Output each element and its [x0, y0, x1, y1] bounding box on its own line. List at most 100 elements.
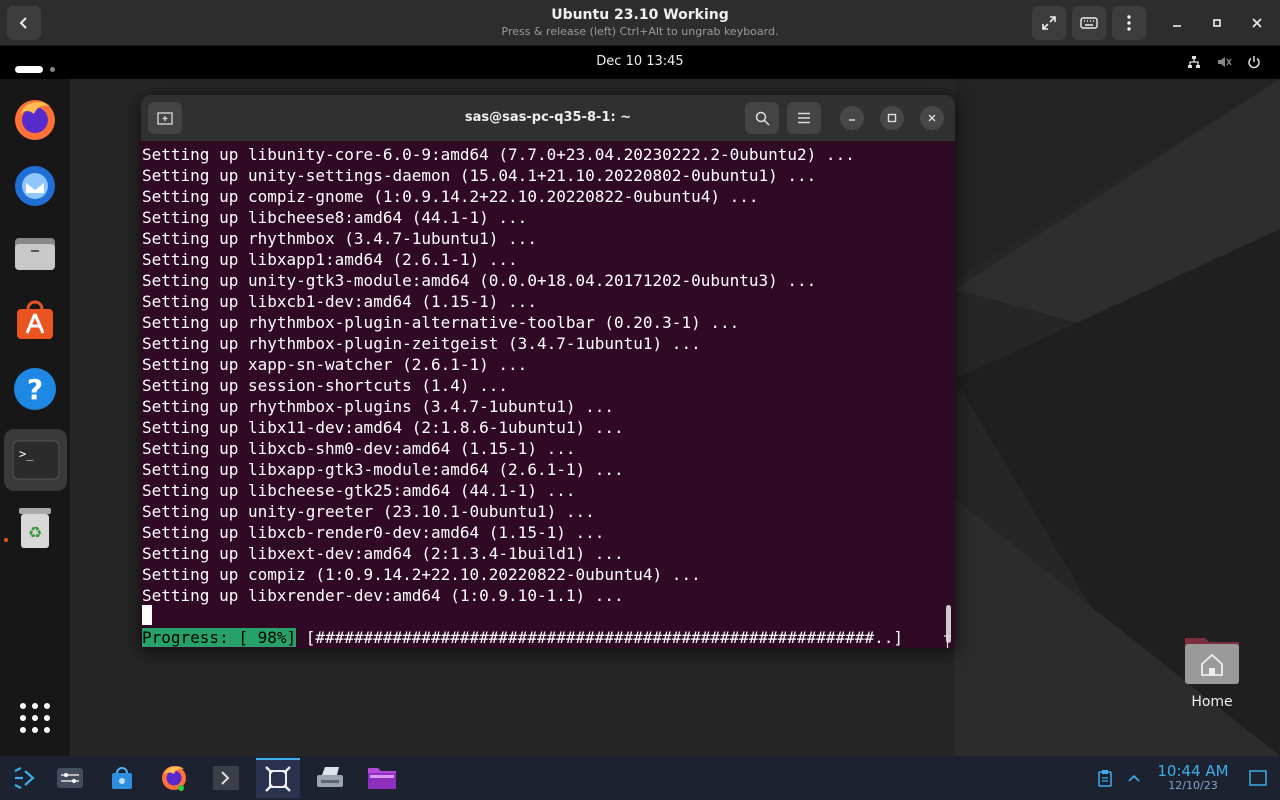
kebab-menu-icon	[1127, 15, 1131, 31]
dock-files[interactable]	[10, 228, 60, 278]
svg-text:♻: ♻	[28, 523, 42, 542]
terminal-line: Setting up rhythmbox-plugin-zeitgeist (3…	[142, 334, 701, 353]
chevron-left-icon	[19, 17, 27, 29]
maximize-button[interactable]	[1206, 12, 1228, 34]
svg-text:?: ?	[27, 373, 43, 406]
terminal-line: Setting up libunity-core-6.0-9:amd64 (7.…	[142, 145, 855, 164]
scanner-icon	[317, 767, 343, 787]
terminal-line: Setting up libxapp1:amd64 (2.6.1-1) ...	[142, 250, 518, 269]
terminal-line: Setting up unity-gtk3-module:amd64 (0.0.…	[142, 271, 817, 290]
hamburger-icon	[798, 112, 810, 124]
terminal-line: Setting up libcheese-gtk25:amd64 (44.1-1…	[142, 481, 576, 500]
tray-expand-button[interactable]	[1116, 758, 1152, 798]
dock-thunderbird[interactable]	[10, 161, 60, 211]
taskbar-printer[interactable]	[308, 758, 352, 798]
help-icon: ?	[14, 368, 56, 410]
progress-bar-text: [#######################################…	[296, 628, 903, 647]
show-apps-button[interactable]	[10, 693, 60, 743]
show-desktop-icon	[1249, 770, 1267, 786]
terminal-line: Setting up unity-settings-daemon (15.04.…	[142, 166, 817, 185]
menu-button[interactable]	[1112, 6, 1146, 40]
minimize-button[interactable]	[1166, 12, 1188, 34]
dock-help[interactable]: ?	[10, 364, 60, 414]
search-button[interactable]	[745, 102, 779, 134]
taskbar-file-manager[interactable]	[360, 758, 404, 798]
terminal-lines: Setting up libunity-core-6.0-9:amd64 (7.…	[142, 144, 855, 606]
taskbar-time: 10:44 AM	[1157, 762, 1229, 780]
thunderbird-icon	[15, 166, 55, 206]
close-icon	[1252, 18, 1262, 28]
svg-text:>_: >_	[19, 447, 34, 461]
terminal-line: Setting up session-shortcuts (1.4) ...	[142, 376, 509, 395]
volume-muted-icon[interactable]	[1216, 54, 1232, 70]
home-folder-label: Home	[1191, 694, 1233, 710]
taskbar-clock[interactable]: 10:44 AM 12/10/23	[1148, 763, 1238, 792]
terminal-line: Setting up rhythmbox-plugin-alternative-…	[142, 313, 740, 332]
chevron-up-icon	[1128, 774, 1140, 782]
terminal-maximize-button[interactable]	[880, 106, 904, 130]
taskbar-system-settings[interactable]	[48, 758, 92, 798]
terminal-line: Setting up rhythmbox (3.4.7-1ubuntu1) ..…	[142, 229, 537, 248]
fullscreen-button[interactable]	[1032, 6, 1066, 40]
terminal-line: Setting up libxext-dev:amd64 (2:1.3.4-1b…	[142, 544, 624, 563]
terminal-prompt-icon	[213, 766, 239, 790]
taskbar-terminal[interactable]	[204, 758, 248, 798]
settings-panel-icon	[57, 768, 83, 788]
dock-trash[interactable]: ♻	[10, 502, 60, 552]
text-cursor-icon	[944, 635, 951, 648]
taskbar-store[interactable]	[100, 758, 144, 798]
clipboard-icon	[1098, 770, 1112, 787]
terminal-line: Setting up unity-greeter (23.10.1-0ubunt…	[142, 502, 595, 521]
terminal-line: Setting up libxcb-shm0-dev:amd64 (1.15-1…	[142, 439, 576, 458]
show-desktop-button[interactable]	[1238, 758, 1278, 798]
gnome-top-bar: Dec 10 13:45	[0, 46, 1280, 79]
files-icon	[15, 238, 55, 270]
app-launcher-button[interactable]	[2, 758, 46, 798]
expand-icon	[1042, 16, 1056, 30]
maximize-icon	[1213, 19, 1221, 27]
taskbar-date: 12/10/23	[1168, 779, 1218, 792]
vm-subtitle: Press & release (left) Ctrl+Alt to ungra…	[501, 25, 779, 38]
back-button[interactable]	[7, 6, 41, 40]
terminal-line: Setting up libcheese8:amd64 (44.1-1) ...	[142, 208, 528, 227]
running-indicator	[4, 538, 8, 542]
app-center-icon	[17, 300, 53, 339]
minimize-icon	[1173, 25, 1181, 27]
terminal-minimize-button[interactable]	[840, 106, 864, 130]
dock-firefox[interactable]	[10, 94, 60, 144]
app-grid-icon	[20, 703, 50, 733]
taskbar-firefox[interactable]	[152, 758, 196, 798]
store-bag-icon	[112, 767, 132, 789]
hamburger-menu-button[interactable]	[787, 102, 821, 134]
vm-viewer-header: Ubuntu 23.10 Working Press & release (le…	[0, 0, 1280, 46]
network-icon[interactable]	[1186, 54, 1202, 70]
dock-terminal[interactable]: >_	[4, 429, 67, 491]
terminal-line: Setting up libx11-dev:amd64 (2:1.8.6-1ub…	[142, 418, 624, 437]
terminal-icon: >_	[12, 440, 59, 480]
terminal-cursor	[142, 605, 152, 625]
terminal-title: sas@sas-pc-q35-8-1: ~	[464, 110, 632, 125]
progress-label: Progress: [ 98%]	[142, 628, 297, 647]
launcher-icon	[14, 767, 35, 789]
vm-title: Ubuntu 23.10 Working	[551, 7, 729, 23]
keyboard-button[interactable]	[1072, 6, 1106, 40]
terminal-line: Setting up compiz-gnome (1:0.9.14.2+22.1…	[142, 187, 759, 206]
top-bar-clock[interactable]: Dec 10 13:45	[0, 54, 1280, 69]
close-button[interactable]	[1246, 12, 1268, 34]
terminal-close-button[interactable]	[920, 106, 944, 130]
terminal-line: Setting up libxcb-render0-dev:amd64 (1.1…	[142, 523, 605, 542]
dock-app-center[interactable]	[10, 295, 60, 345]
host-taskbar: 10:44 AM 12/10/23	[0, 756, 1280, 800]
home-folder-desktop-icon[interactable]	[1183, 632, 1241, 686]
terminal-window[interactable]: sas@sas-pc-q35-8-1: ~ Setting up libunit…	[141, 95, 955, 648]
taskbar-virtual-machine[interactable]	[256, 758, 300, 798]
terminal-line: Setting up libxcb1-dev:amd64 (1.15-1) ..…	[142, 292, 537, 311]
search-icon	[755, 111, 770, 126]
power-icon[interactable]	[1246, 54, 1262, 70]
terminal-headerbar[interactable]: sas@sas-pc-q35-8-1: ~	[141, 95, 955, 141]
close-icon	[928, 114, 936, 122]
terminal-output[interactable]: Setting up libunity-core-6.0-9:amd64 (7.…	[141, 141, 955, 648]
home-folder-icon	[1185, 638, 1239, 684]
system-tray[interactable]	[1186, 54, 1262, 70]
terminal-line: Setting up libxapp-gtk3-module:amd64 (2.…	[142, 460, 624, 479]
